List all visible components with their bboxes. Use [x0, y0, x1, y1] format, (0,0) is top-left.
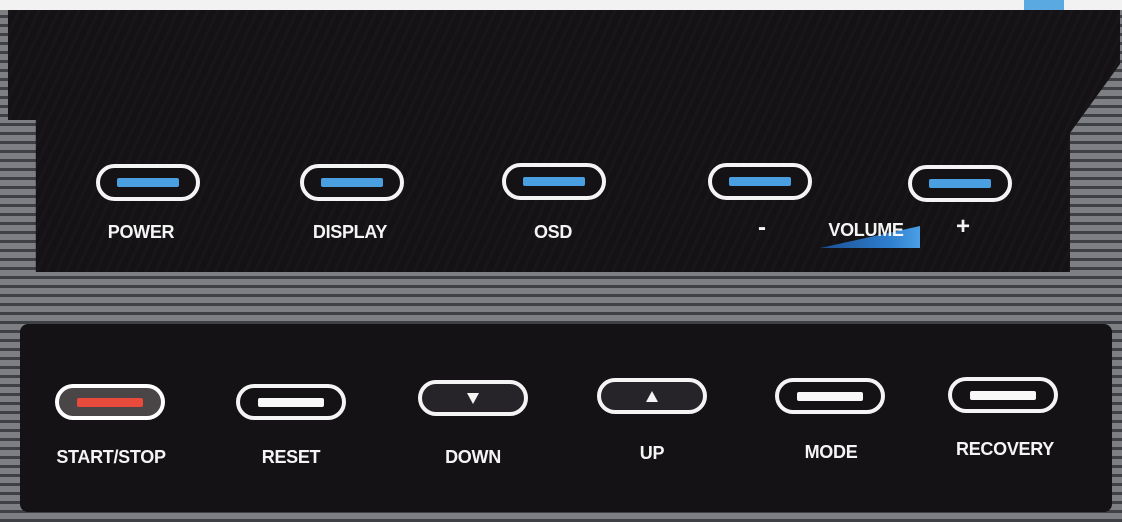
top-edge-blue-mark [1024, 0, 1064, 10]
volume-label: VOLUME [828, 220, 904, 240]
down-triangle-icon [467, 392, 479, 404]
start-stop-button[interactable] [55, 384, 165, 420]
recovery-indicator [970, 390, 1036, 400]
osd-button[interactable] [502, 163, 606, 200]
osd-indicator [523, 177, 585, 186]
reset-label: RESET [261, 447, 321, 467]
top-edge-strip [0, 0, 1122, 10]
up-label: UP [639, 443, 665, 463]
osd-label: OSD [533, 222, 573, 242]
power-indicator [117, 178, 179, 187]
volume-down-button[interactable] [708, 163, 812, 200]
power-button[interactable] [96, 164, 200, 201]
down-label: DOWN [445, 447, 501, 467]
display-label: DISPLAY [312, 222, 388, 242]
volume-up-button[interactable] [908, 165, 1012, 202]
mode-button[interactable] [775, 378, 885, 414]
start-stop-label: START/STOP [56, 447, 166, 467]
display-indicator [321, 178, 383, 187]
display-button[interactable] [300, 164, 404, 201]
reset-indicator [258, 397, 324, 407]
up-triangle-icon [646, 390, 658, 402]
reset-button[interactable] [236, 384, 346, 420]
mode-indicator [797, 391, 863, 401]
mode-label: MODE [804, 442, 858, 462]
recovery-button[interactable] [948, 377, 1058, 413]
down-button[interactable] [418, 380, 528, 416]
power-label: POWER [107, 222, 175, 242]
volume-up-indicator [929, 179, 991, 188]
lower-control-panel [20, 324, 1112, 512]
volume-down-label: - [758, 214, 766, 241]
volume-down-indicator [729, 177, 791, 186]
recovery-label: RECOVERY [956, 439, 1054, 459]
volume-up-label: + [955, 213, 971, 240]
up-button[interactable] [597, 378, 707, 414]
start-stop-indicator [77, 397, 143, 407]
